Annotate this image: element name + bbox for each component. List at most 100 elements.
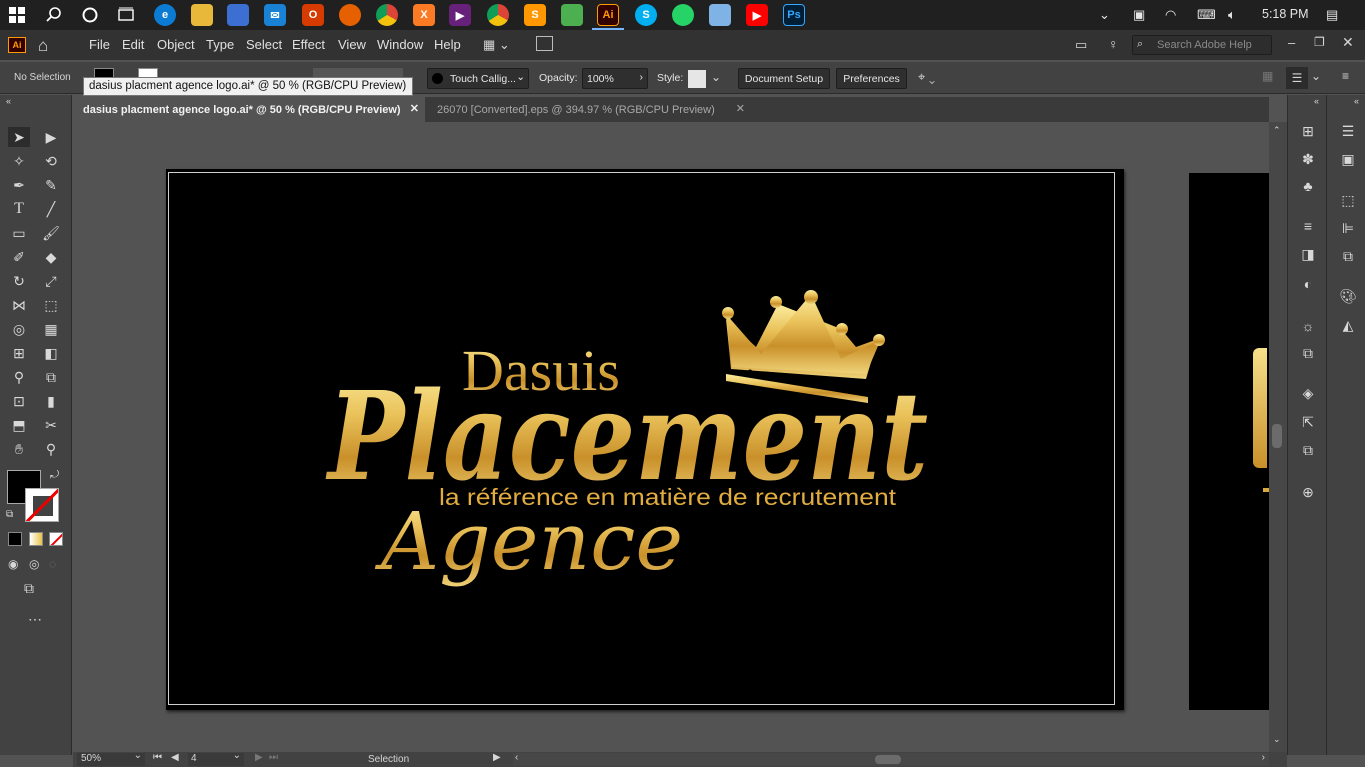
paintbrush-tool-icon[interactable]: 🖌︎ bbox=[40, 223, 62, 243]
edit-toolbar-icon[interactable]: ⋯ bbox=[28, 611, 42, 628]
hand-tool-icon[interactable]: ✋︎ bbox=[8, 439, 30, 459]
skype-icon[interactable]: S bbox=[635, 4, 657, 26]
chrome-icon[interactable] bbox=[376, 4, 398, 26]
transparency-panel-icon[interactable]: ◐ bbox=[1298, 275, 1318, 293]
scale-tool-icon[interactable]: ⤢ bbox=[40, 271, 62, 291]
restore-icon[interactable]: ❐ bbox=[1314, 35, 1325, 49]
search-icon[interactable] bbox=[43, 4, 65, 26]
type-tool-icon[interactable]: T bbox=[8, 199, 30, 219]
shape-builder-tool-icon[interactable]: ◎ bbox=[8, 319, 30, 339]
rectangle-tool-icon[interactable]: ▭ bbox=[8, 223, 30, 243]
color-mode-icon[interactable] bbox=[8, 532, 22, 546]
mesh-tool-icon[interactable]: ⊞ bbox=[8, 343, 30, 363]
properties-icon[interactable]: ☰ bbox=[1338, 122, 1358, 140]
wifi-icon[interactable]: ◠ bbox=[1165, 7, 1176, 23]
chevron-up-icon[interactable]: ⌄ bbox=[1099, 7, 1110, 23]
scroll-down-icon[interactable]: ⌄ bbox=[1273, 734, 1281, 745]
align-options-icon[interactable]: ⌖ ⌄ bbox=[918, 69, 935, 85]
stroke-color-box[interactable] bbox=[25, 488, 59, 522]
none-mode-icon[interactable] bbox=[49, 532, 63, 546]
previous-artboard-icon[interactable]: ◀ bbox=[171, 752, 179, 763]
notepad-icon[interactable] bbox=[709, 4, 731, 26]
layers-panel-icon[interactable]: ◈ bbox=[1298, 384, 1318, 402]
menu-edit[interactable]: Edit bbox=[122, 37, 144, 52]
close-tab-icon[interactable]: ✕ bbox=[410, 102, 419, 115]
volume-icon[interactable]: 🔈︎ bbox=[1228, 7, 1236, 23]
meet-now-icon[interactable]: ▣ bbox=[1133, 7, 1145, 23]
visual-studio-icon[interactable]: ▶ bbox=[449, 4, 471, 26]
minimize-icon[interactable]: – bbox=[1288, 35, 1295, 50]
preferences-button[interactable]: Preferences bbox=[836, 68, 907, 89]
scroll-right-icon[interactable]: › bbox=[1262, 752, 1265, 763]
opacity-field[interactable]: 100% › bbox=[582, 68, 648, 89]
clock[interactable]: 5:18 PM bbox=[1262, 7, 1309, 21]
selection-tool-icon[interactable]: ➤ bbox=[8, 127, 30, 147]
scroll-left-icon[interactable]: ‹ bbox=[515, 752, 518, 763]
symbols-icon[interactable]: ♣ bbox=[1298, 177, 1318, 195]
gpu-performance-icon[interactable] bbox=[536, 36, 553, 51]
perspective-grid-tool-icon[interactable]: ▦ bbox=[40, 319, 62, 339]
horizontal-scrollbar[interactable]: ‹ › bbox=[513, 752, 1269, 766]
draw-behind-icon[interactable]: ◎ bbox=[29, 557, 39, 571]
app-green-icon[interactable] bbox=[561, 4, 583, 26]
direct-selection-tool-icon[interactable]: ▶ bbox=[40, 127, 62, 147]
menu-effect[interactable]: Effect bbox=[292, 37, 325, 52]
notification-icon[interactable]: ▤ bbox=[1326, 7, 1338, 23]
align-panel-icon[interactable]: ⊫ bbox=[1338, 219, 1358, 237]
whatsapp-icon[interactable] bbox=[672, 4, 694, 26]
artboard-number-field[interactable]: 4 ⌄ bbox=[188, 750, 244, 766]
transform-panel-icon[interactable]: ⬚ bbox=[1338, 191, 1358, 209]
illustrator-taskbar-icon[interactable]: Ai bbox=[597, 4, 619, 26]
close-icon[interactable]: ✕ bbox=[1342, 34, 1354, 51]
youtube-icon[interactable]: ▶ bbox=[746, 4, 768, 26]
menu-help[interactable]: Help bbox=[434, 37, 461, 52]
symbol-sprayer-tool-icon[interactable]: ⊡ bbox=[8, 391, 30, 411]
appearance-panel-icon[interactable]: ☼ bbox=[1298, 317, 1318, 335]
stroke-panel-icon[interactable]: ≡ bbox=[1298, 217, 1318, 235]
last-artboard-icon[interactable]: ⏭ bbox=[269, 752, 278, 763]
brush-definition-dropdown[interactable]: Touch Callig... ⌄ bbox=[427, 68, 529, 89]
tab-dasius-logo[interactable]: dasius placment agence logo.ai* @ 50 % (… bbox=[73, 97, 425, 122]
eraser-tool-icon[interactable]: ◆ bbox=[40, 247, 62, 267]
status-menu-icon[interactable]: ▶ bbox=[493, 752, 501, 763]
second-artboard[interactable] bbox=[1189, 173, 1269, 710]
hamburger-menu-icon[interactable]: ≡ bbox=[1342, 69, 1349, 83]
rotate-tool-icon[interactable]: ↻ bbox=[8, 271, 30, 291]
blend-tool-icon[interactable]: ⧉ bbox=[40, 367, 62, 387]
document-setup-button[interactable]: Document Setup bbox=[738, 68, 830, 89]
menu-select[interactable]: Select bbox=[246, 37, 282, 52]
magic-wand-tool-icon[interactable]: ✧ bbox=[8, 151, 30, 171]
chevron-down-icon[interactable]: ⌄ bbox=[1311, 69, 1321, 83]
chrome-icon-2[interactable] bbox=[487, 4, 509, 26]
office-icon[interactable]: O bbox=[302, 4, 324, 26]
scrollbar-thumb[interactable] bbox=[875, 755, 901, 764]
color-guide-icon[interactable]: 🎨︎ bbox=[1338, 287, 1358, 305]
width-tool-icon[interactable]: ⋈ bbox=[8, 295, 30, 315]
chevron-down-icon[interactable]: ⌄ bbox=[711, 70, 721, 84]
home-icon[interactable]: ⌂ bbox=[38, 36, 48, 56]
search-adobe-help-field[interactable]: ⌕ Search Adobe Help bbox=[1132, 35, 1272, 55]
swatches-icon[interactable]: ▣ bbox=[1338, 150, 1358, 168]
libraries-icon[interactable]: ⊞ bbox=[1298, 122, 1318, 140]
task-view-icon[interactable] bbox=[115, 4, 137, 26]
file-explorer-icon[interactable] bbox=[191, 4, 213, 26]
vertical-scrollbar[interactable]: ⌃ ⌄ bbox=[1269, 122, 1287, 752]
arrange-documents-icon[interactable]: ▦ ⌄ bbox=[483, 37, 510, 53]
gradient-tool-icon[interactable]: ◧ bbox=[40, 343, 62, 363]
collapse-panel-icon[interactable]: « bbox=[1354, 96, 1359, 106]
slice-tool-icon[interactable]: ✂ bbox=[40, 415, 62, 435]
graphic-styles-icon[interactable]: ⧉ bbox=[1298, 344, 1318, 362]
gradient-panel-icon[interactable]: ◨ bbox=[1298, 245, 1318, 263]
shaper-tool-icon[interactable]: ✐ bbox=[8, 247, 30, 267]
cc-libraries-icon[interactable]: ⊕ bbox=[1298, 483, 1318, 501]
color-panel-icon[interactable]: ◭ bbox=[1338, 316, 1358, 334]
mail-icon[interactable]: ✉ bbox=[264, 4, 286, 26]
panel-menu-icon[interactable]: ☰ bbox=[1286, 67, 1308, 89]
menu-type[interactable]: Type bbox=[206, 37, 234, 52]
scrollbar-thumb[interactable] bbox=[1272, 424, 1282, 448]
menu-object[interactable]: Object bbox=[157, 37, 195, 52]
transform-icon[interactable]: ▦ bbox=[1262, 69, 1273, 83]
lasso-tool-icon[interactable]: ⟲ bbox=[40, 151, 62, 171]
pen-tool-icon[interactable]: ✒ bbox=[8, 175, 30, 195]
asset-export-icon[interactable]: ⇱ bbox=[1298, 413, 1318, 431]
